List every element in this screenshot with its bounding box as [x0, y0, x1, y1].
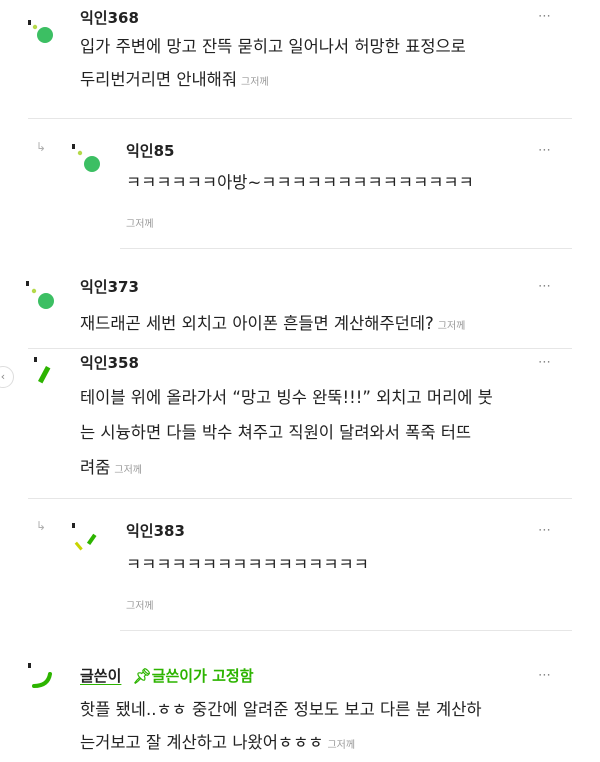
avatar — [26, 281, 54, 309]
comment-line: 입가 주변에 망고 잔뜩 묻히고 일어나서 허망한 표정으로 — [80, 37, 466, 56]
comment-line: 테이블 위에 올라가서 “망고 빙수 완뚝!!!” 외치고 머리에 붓 — [80, 388, 493, 407]
comment-text: 재드래곤 세번 외치고 아이폰 흔들면 계산해주던데? 그저께 — [80, 307, 560, 343]
comment-date: 그저께 — [327, 740, 356, 751]
avatar — [34, 357, 51, 384]
divider — [28, 118, 572, 119]
reply-arrow-icon: ↳ — [36, 519, 47, 533]
comment-author[interactable]: 익인373 — [80, 276, 139, 297]
divider — [120, 248, 572, 249]
avatar — [72, 144, 100, 172]
divider — [120, 630, 572, 631]
comment-text: ㅋㅋㅋㅋㅋㅋㅋㅋㅋㅋㅋㅋㅋㅋㅋㅋ — [126, 555, 369, 574]
more-options-icon[interactable]: ⋯ — [538, 279, 552, 294]
comment-date: 그저께 — [241, 77, 269, 88]
comment-author[interactable]: 익인368 — [80, 7, 139, 28]
comment-author[interactable]: 글쓴이 — [80, 667, 121, 685]
comment-line: 려줌 — [80, 458, 111, 477]
comment-author[interactable]: 익인383 — [126, 520, 185, 541]
divider — [28, 348, 572, 349]
comment-date: 그저께 — [126, 219, 154, 230]
more-options-icon[interactable]: ⋯ — [538, 668, 552, 683]
reply-arrow-icon: ↳ — [36, 140, 47, 154]
comment-text: 입가 주변에 망고 잔뜩 묻히고 일어나서 허망한 표정으로 두리번거리면 안내… — [80, 30, 560, 99]
comment-text: 핫플 됐네..ㅎㅎ 중간에 알려준 정보도 보고 다른 분 계산하 는거보고 잘… — [80, 693, 570, 762]
previous-arrow-icon[interactable]: ‹ — [0, 366, 14, 388]
comment-text: 테이블 위에 올라가서 “망고 빙수 완뚝!!!” 외치고 머리에 붓 는 시늉… — [80, 380, 570, 488]
comment-text: ㅋㅋㅋㅋㅋㅋ아방~ㅋㅋㅋㅋㅋㅋㅋㅋㅋㅋㅋㅋㅋㅋ — [126, 173, 474, 192]
comment-author[interactable]: 익인85 — [126, 140, 174, 161]
comment-line: 재드래곤 세번 외치고 아이폰 흔들면 계산해주던데? — [80, 314, 434, 333]
divider — [28, 498, 572, 499]
more-options-icon[interactable]: ⋯ — [538, 9, 552, 24]
comment-line: 는 시늉하면 다들 박수 쳐주고 직원이 달려와서 폭죽 터뜨 — [80, 423, 472, 442]
avatar — [72, 523, 97, 551]
comment-line: 핫플 됐네..ㅎㅎ 중간에 알려준 정보도 보고 다른 분 계산하 — [80, 700, 482, 719]
avatar — [28, 20, 53, 43]
avatar — [28, 663, 52, 688]
pinned-badge: 📌︎글쓴이가 고정함 — [133, 667, 254, 685]
comment-author-row: 글쓴이 📌︎글쓴이가 고정함 — [80, 665, 254, 686]
comment-date: 그저께 — [126, 601, 154, 612]
comment-line: 두리번거리면 안내해줘 — [80, 70, 238, 89]
more-options-icon[interactable]: ⋯ — [538, 355, 552, 370]
more-options-icon[interactable]: ⋯ — [538, 143, 552, 158]
pinned-label: 글쓴이가 고정함 — [151, 667, 254, 685]
comment-date: 그저께 — [437, 321, 466, 332]
pin-icon: 📌︎ — [132, 667, 152, 685]
comment-date: 그저께 — [114, 465, 142, 476]
comment-author[interactable]: 익인358 — [80, 352, 139, 373]
comment-line: 는거보고 잘 계산하고 나왔어ㅎㅎㅎ — [80, 733, 324, 752]
more-options-icon[interactable]: ⋯ — [538, 523, 552, 538]
